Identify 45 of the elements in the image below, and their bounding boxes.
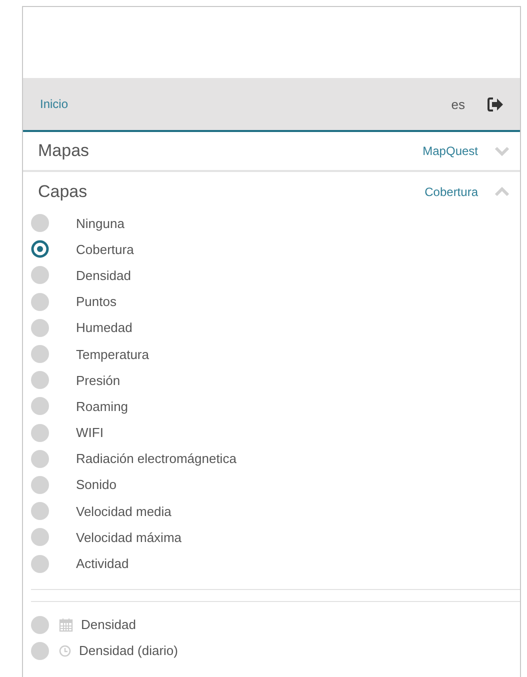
layer-option[interactable]: Velocidad máxima <box>76 530 182 545</box>
layer-option[interactable]: Humedad <box>76 320 132 336</box>
calendar-icon <box>59 618 73 632</box>
layer-option[interactable]: Puntos <box>76 294 116 310</box>
radio-button[interactable] <box>31 616 49 634</box>
chevron-up-icon[interactable] <box>494 187 510 197</box>
radio-button[interactable] <box>31 371 49 390</box>
chevron-down-icon[interactable] <box>494 146 510 156</box>
radio-button[interactable] <box>31 397 49 416</box>
layer-option[interactable]: Densidad <box>81 617 136 632</box>
current-layer: Cobertura <box>424 185 478 199</box>
radio-button[interactable] <box>31 424 49 442</box>
radio-button[interactable] <box>31 502 49 520</box>
layer-option[interactable]: Actividad <box>76 556 129 572</box>
radio-button[interactable] <box>31 642 49 660</box>
home-link[interactable]: Inicio <box>40 97 452 111</box>
logout-icon[interactable] <box>487 96 504 112</box>
section-title: Capas <box>38 182 88 202</box>
radio-button-selected[interactable] <box>31 240 49 258</box>
layer-option[interactable]: Temperatura <box>76 346 149 362</box>
radio-button[interactable] <box>31 476 49 494</box>
radio-button[interactable] <box>31 345 49 364</box>
radio-button[interactable] <box>31 554 49 573</box>
language-selector[interactable]: es <box>451 96 465 112</box>
layer-option[interactable]: Sonido <box>76 477 116 492</box>
section-header[interactable]: Capas Cobertura <box>23 174 520 210</box>
current-map: MapQuest <box>422 144 478 158</box>
section-header[interactable]: Mapas MapQuest <box>23 132 520 172</box>
radio-button[interactable] <box>31 292 49 311</box>
layer-option[interactable]: Presión <box>76 372 120 388</box>
section-title: Mapas <box>38 141 90 161</box>
layer-option[interactable]: Velocidad media <box>76 504 172 519</box>
layer-option[interactable]: WIFI <box>76 425 104 440</box>
layer-option[interactable]: Cobertura <box>76 242 134 257</box>
layer-option[interactable]: Densidad <box>76 268 131 283</box>
radio-button[interactable] <box>31 318 49 337</box>
layer-option[interactable]: Roaming <box>76 398 128 414</box>
layer-option[interactable]: Densidad (diario) <box>79 643 178 658</box>
layer-option[interactable]: Radiación electromágnetica <box>76 451 236 466</box>
radio-button[interactable] <box>31 214 49 232</box>
radio-button[interactable] <box>31 528 49 546</box>
clock-icon <box>59 644 71 657</box>
radio-button[interactable] <box>31 266 49 284</box>
layer-option[interactable]: Ninguna <box>76 216 124 231</box>
radio-button[interactable] <box>31 450 49 468</box>
